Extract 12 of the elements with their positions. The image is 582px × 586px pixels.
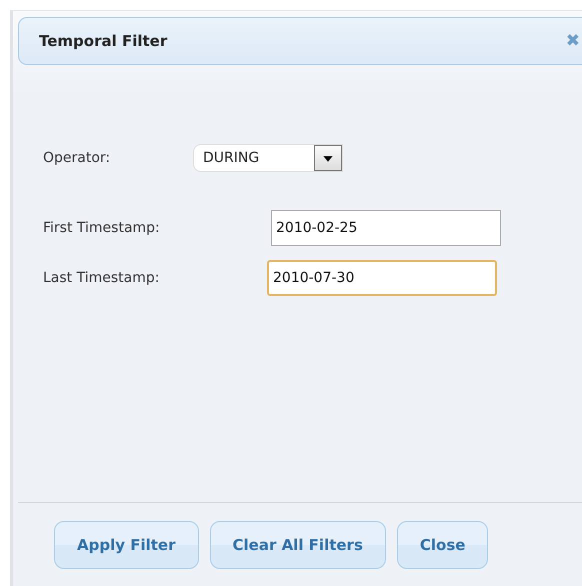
dialog-button[interactable]: Clear All Filters (210, 520, 386, 568)
dialog-button[interactable]: Close (396, 520, 488, 568)
close-icon[interactable]: ✖ (566, 31, 580, 51)
timestamp-field[interactable]: 2010-07-30 (267, 260, 497, 296)
timestamp-field[interactable]: 2010-02-25 (271, 210, 501, 246)
caret-icon (314, 145, 342, 171)
dialog-title: Temporal Filter (39, 32, 168, 50)
field-label: First Timestamp: (43, 220, 161, 236)
field-label: Last Timestamp: (43, 270, 160, 286)
dialog-button[interactable]: Apply Filter (54, 520, 198, 568)
operator-select[interactable]: DURING (193, 144, 343, 172)
field-label: Operator: (43, 150, 112, 166)
